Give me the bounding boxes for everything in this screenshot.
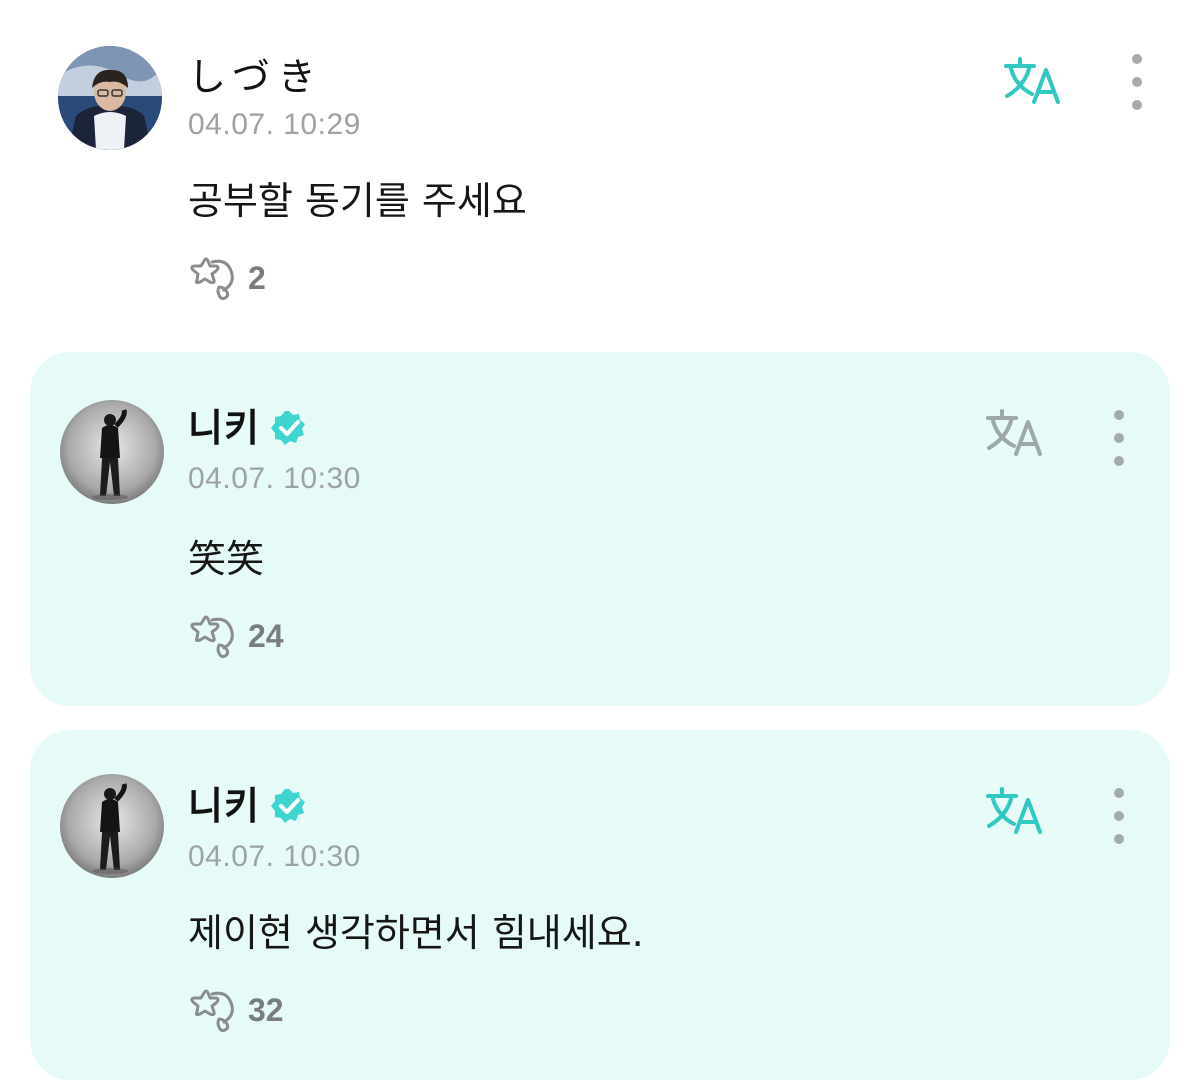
reaction-count: 2 [248, 259, 266, 296]
author-name[interactable]: しづき [188, 52, 324, 102]
author-row: 니키 [188, 403, 308, 453]
star-reaction-icon [190, 257, 234, 301]
author-row: しづき [188, 52, 324, 102]
star-reaction-icon [190, 989, 234, 1033]
more-vertical-icon [1132, 54, 1142, 64]
reaction-button[interactable]: 24 [188, 612, 284, 660]
more-options-button[interactable] [1109, 788, 1129, 844]
translate-icon[interactable] [984, 786, 1048, 838]
more-options-button[interactable] [1127, 54, 1147, 110]
comment-text: 笑笑 [188, 537, 265, 581]
verified-badge-icon [270, 789, 305, 823]
translate-icon[interactable] [984, 408, 1048, 460]
avatar[interactable] [60, 400, 164, 504]
timestamp: 04.07. 10:30 [188, 840, 361, 873]
author-name[interactable]: 니키 [188, 781, 260, 831]
verified-badge-icon [270, 411, 305, 445]
more-vertical-icon [1114, 410, 1124, 420]
artist-reply-item: 니키 04.07. 10:30 笑笑 24 [30, 352, 1170, 706]
more-vertical-icon [1114, 788, 1124, 798]
author-name[interactable]: 니키 [188, 403, 260, 453]
reaction-count: 32 [248, 991, 284, 1028]
reaction-button[interactable]: 2 [188, 254, 266, 302]
author-row: 니키 [188, 781, 308, 831]
dot [1132, 100, 1142, 110]
timestamp: 04.07. 10:29 [188, 108, 361, 141]
star-reaction-icon [190, 615, 234, 659]
avatar[interactable] [58, 46, 162, 150]
artist-reply-item: 니키 04.07. 10:30 제이현 생각하면서 힘내세요. 32 [30, 730, 1170, 1080]
avatar[interactable] [60, 774, 164, 878]
dot [1114, 456, 1124, 466]
translate-icon[interactable] [1002, 56, 1066, 108]
timestamp: 04.07. 10:30 [188, 462, 361, 495]
dot [1114, 811, 1124, 821]
comment-item: しづき 04.07. 10:29 공부할 동기를 주세요 2 [0, 0, 1200, 340]
reaction-count: 24 [248, 617, 284, 654]
dot [1114, 433, 1124, 443]
more-options-button[interactable] [1109, 410, 1129, 466]
dot [1132, 77, 1142, 87]
dot [1114, 834, 1124, 844]
reaction-button[interactable]: 32 [188, 986, 284, 1034]
comment-text: 제이현 생각하면서 힘내세요. [188, 911, 644, 955]
comment-text: 공부할 동기를 주세요 [188, 179, 527, 223]
